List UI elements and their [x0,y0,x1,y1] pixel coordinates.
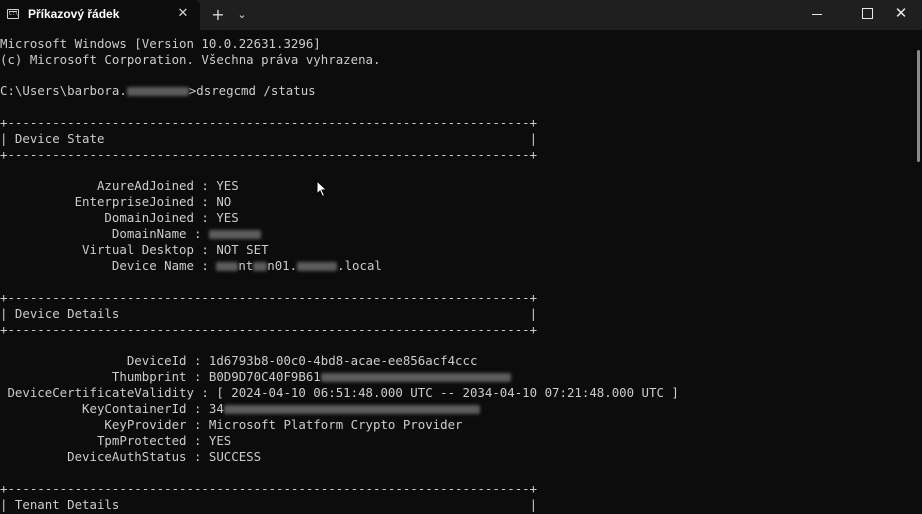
certificate-validity: DeviceCertificateValidity : [ 2024-04-10… [0,385,679,400]
device-name-part: nt [238,258,254,273]
prompt-line: C:\Users\barbora. >dsregcmd /status [0,83,316,99]
device-name: Device Name : nt n01. .local [0,258,382,274]
domain-name-label: DomainName : [0,226,209,241]
tab-close-button[interactable]: ✕ [176,7,190,21]
cmd-icon: C:\ [7,9,19,19]
redacted-device-part [253,262,268,271]
table-border: +---------------------------------------… [0,290,538,305]
minimize-button[interactable] [796,0,838,30]
tpm-protected: TpmProtected : YES [0,433,232,448]
title-bar: C:\ Příkazový řádek ✕ + ⌄ ✕ [0,0,922,30]
redacted-device-part [297,262,338,271]
mouse-cursor-icon [316,180,328,198]
key-provider: KeyProvider : Microsoft Platform Crypto … [0,417,463,432]
redacted-domain [208,230,261,239]
table-border: +---------------------------------------… [0,322,538,337]
domain-joined: DomainJoined : YES [0,210,239,225]
section-header-tenant-details: | Tenant Details | [0,497,538,512]
device-name-part: n01. [267,258,298,273]
tab-title: Příkazový řádek [28,7,120,21]
maximize-icon [862,8,873,19]
azure-ad-joined: AzureAdJoined : YES [0,178,239,193]
terminal-line: (c) Microsoft Corporation. Všechna práva… [0,52,381,67]
key-container-id: KeyContainerId : 34 [0,401,480,417]
enterprise-joined: EnterpriseJoined : NO [0,194,232,209]
virtual-desktop: Virtual Desktop : NOT SET [0,242,269,257]
thumbprint: Thumbprint : B0D9D70C40F9B61 [0,369,511,385]
redacted-key-container [223,405,480,414]
close-button[interactable]: ✕ [880,0,922,30]
terminal-line: Microsoft Windows [Version 10.0.22631.32… [0,36,321,51]
key-container-label: KeyContainerId : 34 [0,401,224,416]
section-header-device-details: | Device Details | [0,306,538,321]
section-header-device-state: | Device State | [0,131,538,146]
terminal-output[interactable]: Microsoft Windows [Version 10.0.22631.32… [0,30,914,514]
redacted-username [126,87,189,96]
prompt-path: C:\Users\barbora. [0,83,127,98]
tab-command-prompt[interactable]: C:\ Příkazový řádek ✕ [0,0,200,30]
device-id: DeviceId : 1d6793b8-00c0-4bd8-acae-ee856… [0,353,478,368]
redacted-device-part [216,262,239,271]
scrollbar-thumb[interactable] [917,50,920,162]
chevron-down-icon[interactable]: ⌄ [234,6,250,24]
device-name-label: Device Name : [0,258,217,273]
table-border: +---------------------------------------… [0,481,538,496]
table-border: +---------------------------------------… [0,147,538,162]
new-tab-button[interactable]: + [209,6,227,24]
thumbprint-label: Thumbprint : B0D9D70C40F9B61 [0,369,321,384]
table-border: +---------------------------------------… [0,115,538,130]
device-auth-status: DeviceAuthStatus : SUCCESS [0,449,262,464]
minimize-icon [812,14,822,15]
vertical-scrollbar[interactable] [916,30,922,514]
device-name-part: .local [337,258,382,273]
domain-name: DomainName : [0,226,261,242]
prompt-command: >dsregcmd /status [188,83,316,98]
redacted-thumbprint [320,373,511,382]
